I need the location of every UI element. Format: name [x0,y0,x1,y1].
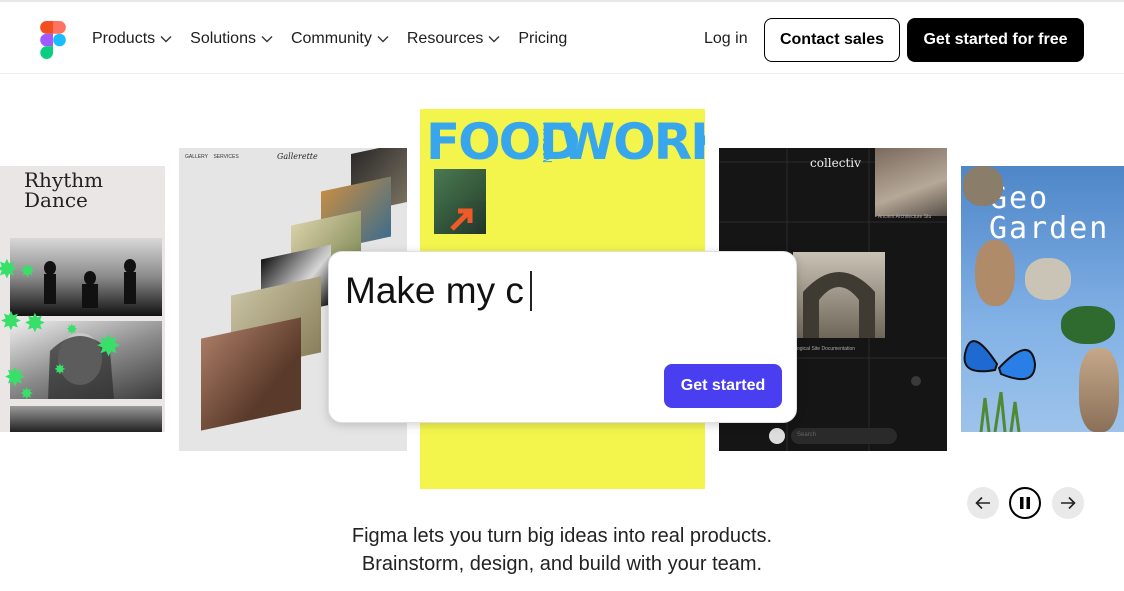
green-star-icon: ✸ [54,361,66,377]
moss-image [1061,306,1115,344]
collectiv-dot [911,376,921,386]
food-photo [434,201,486,234]
rock-image [963,166,1003,206]
collectiv-caption-1: • Ancient Architecture Stu [875,214,932,220]
carousel-prev-button[interactable] [967,487,999,519]
collectiv-caption-2: ogical Site Documentation [797,346,856,352]
collectiv-avatar [769,428,785,444]
chevron-down-icon [160,36,172,43]
carousel-card-rhythm-dance: Rhythm Dance ✸ ✸ ✸ ✸ ✸ ✸ ✸ ✸ ✸ [0,166,165,432]
rhythm-title-line-2: Dance [24,188,88,212]
green-star-icon: ✸ [66,321,78,337]
prompt-input[interactable]: Make my c [345,270,532,312]
menu-pricing-label: Pricing [518,30,568,47]
main-menu: Products Solutions Community Resources P… [92,30,585,48]
gallerette-nav-services: SERVICES [213,154,239,160]
menu-community[interactable]: Community [291,30,389,48]
text-caret [529,271,532,311]
arch-bridge-photo [793,252,885,338]
geo-title-line-1: Geo [989,181,1050,216]
chevron-down-icon [261,36,273,43]
green-star-icon: ✸ [0,306,22,336]
collectiv-search-placeholder: Search [797,432,817,438]
collectiv-search-bar: Search [791,428,897,444]
tagline-line-1: Figma lets you turn big ideas into real … [351,525,773,547]
gallerette-nav-gallery: GALLERY [185,154,208,160]
prompt-input-text: Make my c [345,270,524,311]
menu-products[interactable]: Products [92,30,172,48]
figma-logo-icon[interactable] [40,21,66,59]
geo-title-line-2: Garden [989,211,1110,246]
gallerette-logo-text: Gallerette [277,152,318,161]
menu-products-label: Products [92,30,156,47]
carousel-next-button[interactable] [1052,487,1084,519]
prompt-input-box[interactable]: Make my c Get started [328,251,797,423]
menu-solutions[interactable]: Solutions [190,30,273,48]
green-star-icon: ✸ [20,261,36,281]
food-menu-label: MENU [540,121,555,164]
contact-sales-button[interactable]: Contact sales [764,18,900,62]
food-title-word-1: FOOD [426,113,581,171]
login-link[interactable]: Log in [704,30,748,48]
menu-resources-label: Resources [406,30,484,47]
arrow-up-right-icon [450,208,473,231]
get-started-button[interactable]: Get started [664,364,782,408]
geo-garden-title: Geo Garden [989,184,1109,244]
rock-image [1025,258,1071,300]
arch-shape [803,272,875,338]
menu-community-label: Community [290,30,372,47]
architecture-photo [875,148,947,216]
green-star-icon: ✸ [20,386,34,403]
carousel-card-geo-garden: Geo Garden [961,166,1124,432]
rhythm-dance-title: Rhythm Dance [24,170,103,210]
grass-icon [979,392,1021,432]
arrow-right-icon [1061,496,1076,510]
chevron-down-icon [377,36,389,43]
get-started-free-button[interactable]: Get started for free [907,18,1084,62]
chevron-down-icon [488,36,500,43]
menu-resources[interactable]: Resources [407,30,500,48]
pause-icon [1020,497,1030,509]
food-title-word-2: WORKS [560,113,705,171]
collectiv-logo-text: collectiv [810,156,861,170]
green-star-icon: ✸ [0,254,18,284]
carousel-pause-button[interactable] [1009,487,1041,519]
crowd-photo [10,406,162,432]
gallerette-nav: GALLERY SERVICES [185,154,239,160]
rhythm-title-line-1: Rhythm [24,168,104,192]
artwork-tile [201,317,301,431]
tagline-line-2: Brainstorm, design, and build with your … [361,553,763,575]
hero-tagline: Figma lets you turn big ideas into real … [0,522,1124,578]
menu-solutions-label: Solutions [190,30,256,47]
green-star-icon: ✸ [24,308,46,338]
rock-stack-image [1079,348,1119,432]
food-photo [434,169,486,202]
arrow-left-icon [975,496,990,510]
menu-pricing[interactable]: Pricing [518,30,567,48]
top-navigation: Products Solutions Community Resources P… [0,0,1124,74]
green-star-icon: ✸ [96,330,122,363]
rock-image [975,240,1015,306]
